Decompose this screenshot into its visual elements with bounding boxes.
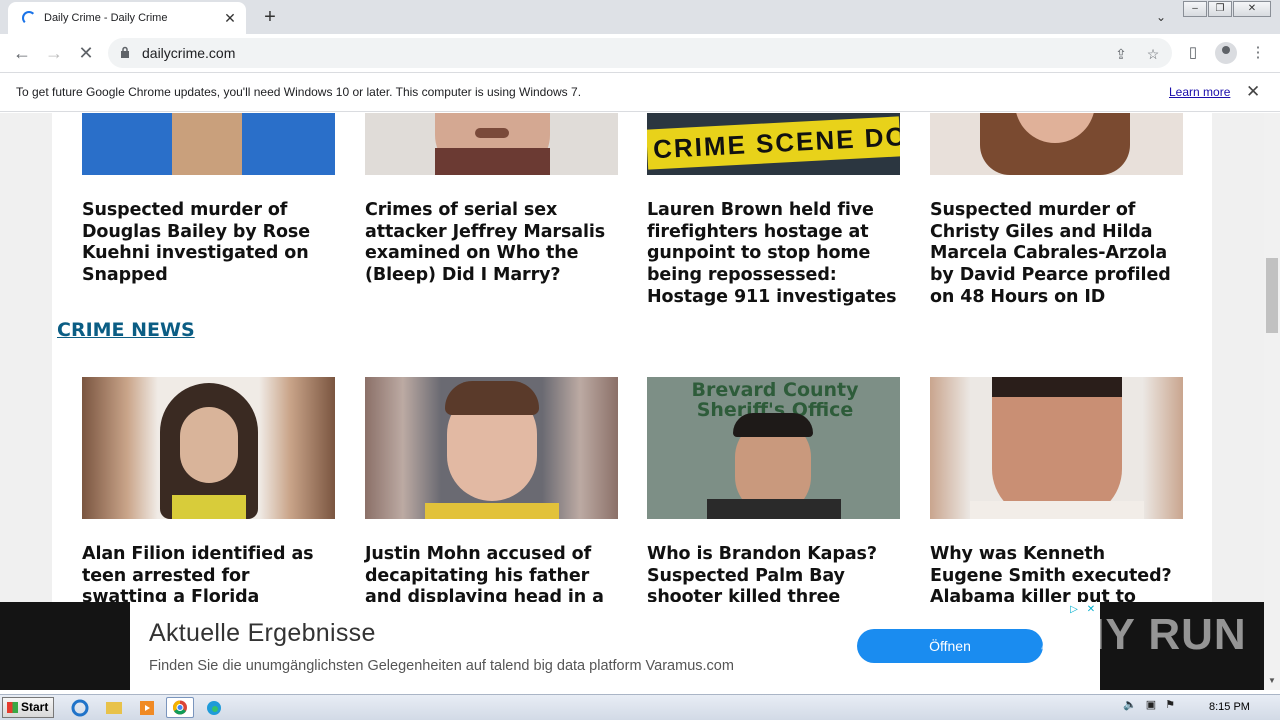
address-bar[interactable]: dailycrime.com ⇪ ☆ xyxy=(108,38,1172,68)
volume-icon[interactable]: 🔈 xyxy=(1123,699,1137,711)
action-center-flag-icon[interactable]: ⚑ xyxy=(1165,699,1175,711)
browser-tab[interactable]: Daily Crime - Daily Crime ✕ xyxy=(8,2,246,34)
news-card[interactable]: Justin Mohn accused of decapitating his … xyxy=(365,377,618,602)
edge-icon[interactable] xyxy=(200,697,228,718)
page-viewport: Suspected murder of Douglas Bailey by Ro… xyxy=(0,113,1264,602)
crime-news-section-link[interactable]: CRIME NEWS xyxy=(57,319,195,341)
news-headline[interactable]: Why was Kenneth Eugene Smith executed? A… xyxy=(930,544,1183,602)
minimize-button[interactable]: – xyxy=(1183,1,1207,17)
share-icon[interactable]: ⇪ xyxy=(1112,45,1130,63)
news-card[interactable]: Brevard County Sheriff's Office Who is B… xyxy=(647,377,900,602)
ad-open-button[interactable]: Öffnen xyxy=(857,629,1043,663)
stop-loading-icon[interactable]: ✕ xyxy=(74,41,98,65)
sheriff-banner-line-1: Brevard County xyxy=(691,379,859,401)
back-arrow-icon[interactable]: ← xyxy=(10,41,34,65)
news-thumbnail[interactable] xyxy=(930,377,1183,519)
article-thumbnail[interactable]: CRIME SCENE DO NOT xyxy=(647,113,900,175)
article-headline[interactable]: Lauren Brown held five firefighters host… xyxy=(647,200,900,309)
article-thumbnail[interactable] xyxy=(365,113,618,175)
browser-tab-strip: Daily Crime - Daily Crime ✕ + ⌄ – ❐ ✕ xyxy=(0,0,1280,34)
infobar-close-icon[interactable]: ✕ xyxy=(1246,82,1260,102)
bookmark-star-icon[interactable]: ☆ xyxy=(1144,45,1162,63)
update-infobar: To get future Google Chrome updates, you… xyxy=(0,72,1280,112)
news-card[interactable]: Why was Kenneth Eugene Smith executed? A… xyxy=(930,377,1183,602)
lock-icon xyxy=(121,46,129,58)
news-headline[interactable]: Alan Filion identified as teen arrested … xyxy=(82,544,335,602)
article-thumbnail[interactable] xyxy=(930,113,1183,175)
news-headline[interactable]: Justin Mohn accused of decapitating his … xyxy=(365,544,618,602)
news-headline[interactable]: Who is Brandon Kapas? Suspected Palm Bay… xyxy=(647,544,900,602)
ad-title[interactable]: Aktuelle Ergebnisse xyxy=(149,619,376,648)
tab-close-icon[interactable]: ✕ xyxy=(220,8,240,28)
profile-avatar-icon[interactable] xyxy=(1215,42,1237,64)
anyrun-watermark: ANY RUN xyxy=(1040,610,1247,659)
learn-more-link[interactable]: Learn more xyxy=(1169,85,1230,99)
system-tray: 🔈 ▣ ⚑ xyxy=(1123,698,1175,711)
article-headline[interactable]: Crimes of serial sex attacker Jeffrey Ma… xyxy=(365,200,618,287)
article-card[interactable]: Suspected murder of Christy Giles and Hi… xyxy=(930,113,1183,309)
news-card[interactable]: Alan Filion identified as teen arrested … xyxy=(82,377,335,602)
article-card[interactable]: Crimes of serial sex attacker Jeffrey Ma… xyxy=(365,113,618,287)
loading-spinner-icon xyxy=(22,11,36,25)
ad-description[interactable]: Finden Sie die unumgänglichsten Gelegenh… xyxy=(149,658,734,674)
tab-title: Daily Crime - Daily Crime xyxy=(44,12,168,24)
page-content: Suspected murder of Douglas Bailey by Ro… xyxy=(52,113,1212,602)
tab-search-chevron-icon[interactable]: ⌄ xyxy=(1152,8,1170,26)
internet-explorer-icon[interactable] xyxy=(66,697,94,718)
forward-arrow-icon[interactable]: → xyxy=(42,41,66,65)
menu-kebab-icon[interactable]: ⋮ xyxy=(1248,43,1268,63)
article-thumbnail[interactable] xyxy=(82,113,335,175)
news-thumbnail[interactable] xyxy=(365,377,618,519)
page-scrollbar[interactable]: ▼ xyxy=(1264,113,1280,690)
scroll-down-arrow-icon[interactable]: ▼ xyxy=(1264,676,1280,690)
restore-button[interactable]: ❐ xyxy=(1208,1,1232,17)
new-tab-button[interactable]: + xyxy=(258,6,282,30)
chrome-taskbar-icon[interactable] xyxy=(166,697,194,718)
news-thumbnail[interactable] xyxy=(82,377,335,519)
network-icon[interactable]: ▣ xyxy=(1146,699,1156,711)
windows-taskbar: Start 🔈 ▣ ⚑ 8:15 PM xyxy=(0,694,1280,720)
article-headline[interactable]: Suspected murder of Christy Giles and Hi… xyxy=(930,200,1183,309)
article-card[interactable]: CRIME SCENE DO NOT Lauren Brown held fiv… xyxy=(647,113,900,309)
infobar-message: To get future Google Chrome updates, you… xyxy=(16,85,582,99)
start-button[interactable]: Start xyxy=(2,697,54,718)
article-headline[interactable]: Suspected murder of Douglas Bailey by Ro… xyxy=(82,200,335,287)
url-text: dailycrime.com xyxy=(142,45,236,61)
bottom-ad-banner[interactable]: Aktuelle Ergebnisse Finden Sie die unumg… xyxy=(130,602,1100,690)
taskbar-clock[interactable]: 8:15 PM xyxy=(1209,701,1250,713)
tape-text: CRIME SCENE DO NOT xyxy=(652,117,900,165)
news-thumbnail[interactable]: Brevard County Sheriff's Office xyxy=(647,377,900,519)
browser-toolbar: ← → ✕ dailycrime.com ⇪ ☆ ▯ ⋮ xyxy=(0,34,1280,72)
close-window-button[interactable]: ✕ xyxy=(1233,1,1271,17)
media-player-icon[interactable] xyxy=(133,697,161,718)
article-card[interactable]: Suspected murder of Douglas Bailey by Ro… xyxy=(82,113,335,287)
scrollbar-thumb[interactable] xyxy=(1266,258,1278,333)
side-panel-icon[interactable]: ▯ xyxy=(1183,43,1203,63)
file-explorer-icon[interactable] xyxy=(100,697,128,718)
